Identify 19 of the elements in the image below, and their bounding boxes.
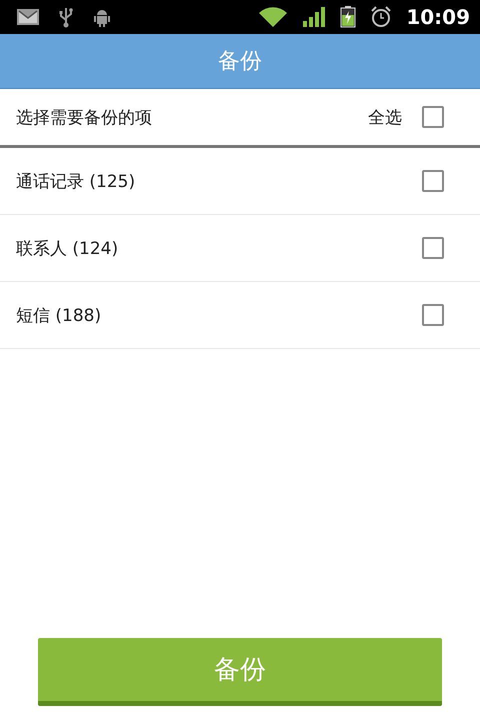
android-icon [92, 7, 112, 27]
alarm-icon [370, 6, 392, 28]
screen-title: 备份 [218, 48, 262, 76]
backup-button[interactable]: 备份 [38, 638, 442, 706]
item-label: 联系人 (124) [16, 238, 120, 260]
item-label: 通话记录 (125) [16, 170, 136, 192]
item-checkbox[interactable] [422, 170, 444, 192]
prompt-text: 选择需要备份的项 [16, 106, 153, 128]
usb-icon [58, 6, 74, 28]
signal-icon [302, 7, 326, 27]
select-all-label: 全选 [368, 106, 402, 128]
wifi-icon [258, 6, 288, 28]
item-label: 短信 (188) [16, 304, 102, 326]
item-checkbox[interactable] [422, 237, 444, 259]
battery-charging-icon [340, 6, 356, 28]
select-all-checkbox[interactable] [422, 106, 444, 128]
clock-time: 10:09 [406, 5, 470, 29]
mail-icon [16, 8, 40, 26]
item-checkbox[interactable] [422, 304, 444, 326]
